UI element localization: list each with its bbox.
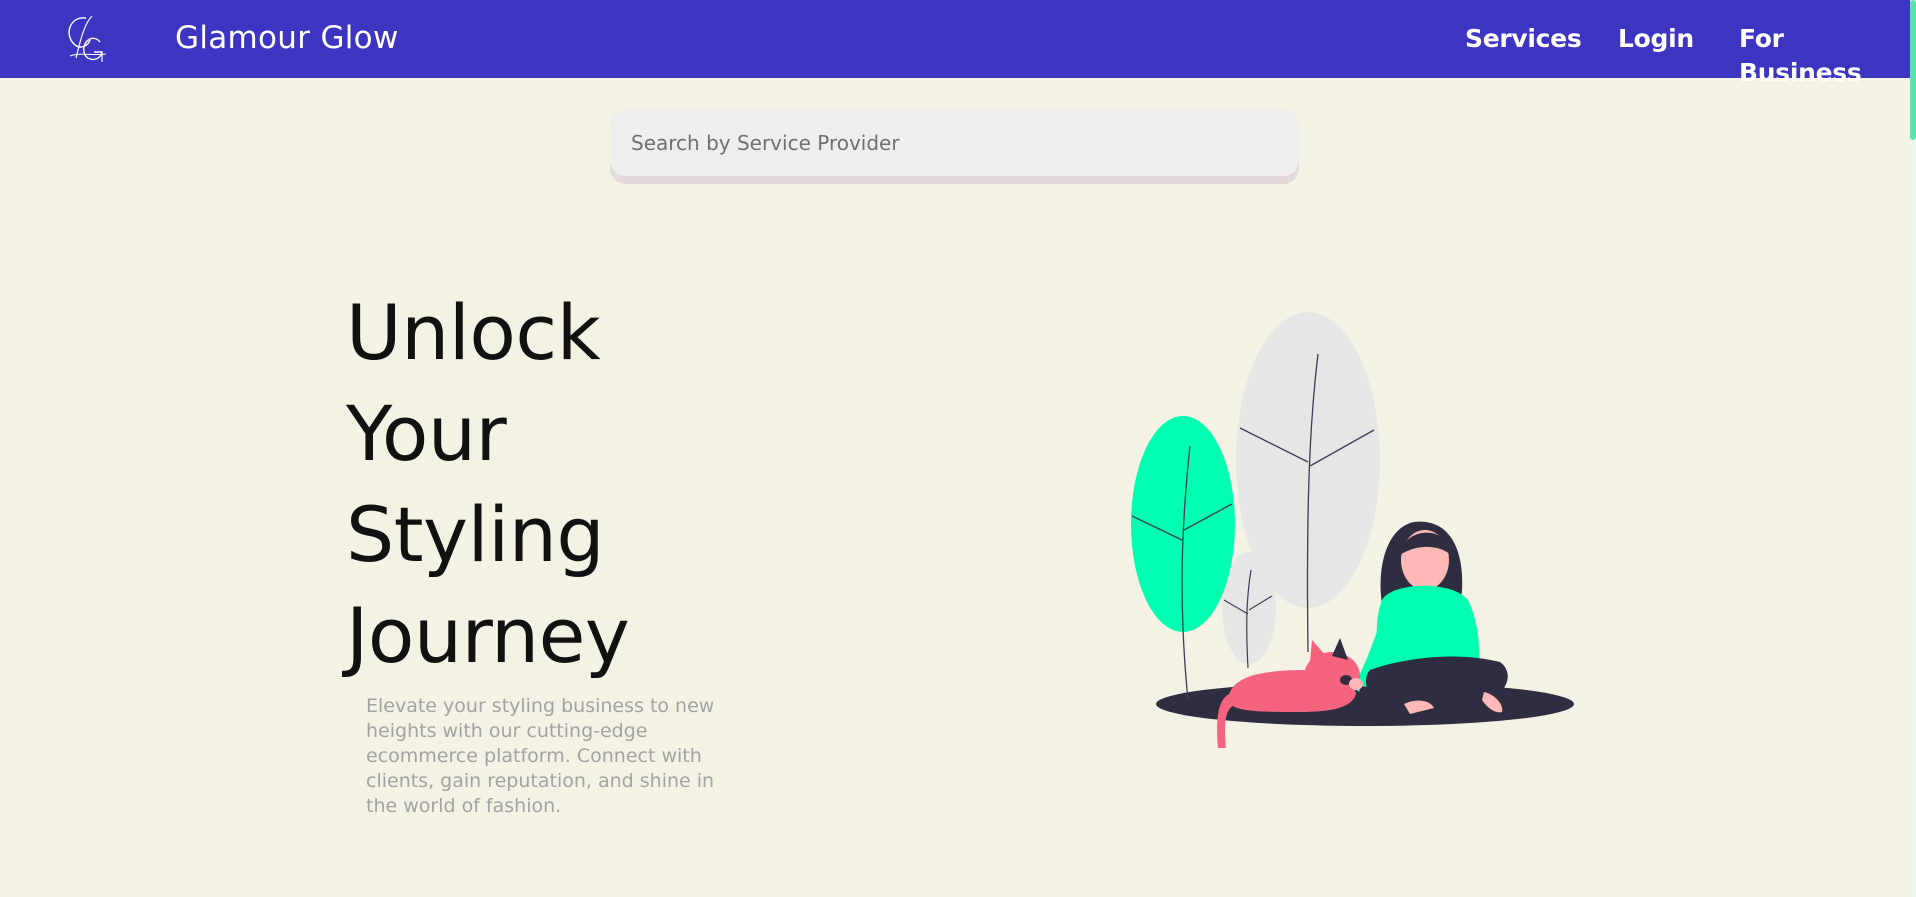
headline-line-4: Journey (346, 591, 630, 680)
search-bar (610, 110, 1299, 184)
woman-with-cat-illustration (1120, 300, 1600, 760)
nav-login-link[interactable]: Login (1618, 22, 1694, 56)
top-navbar: Glamour Glow Services Login For Business (0, 0, 1910, 87)
headline-line-1: Unlock (346, 288, 601, 377)
headline-line-2: Your (346, 389, 507, 478)
search-input[interactable] (610, 110, 1299, 176)
scrollbar-thumb[interactable] (1910, 0, 1916, 140)
hero-headline: Unlock Your Styling Journey (346, 282, 630, 686)
monogram-logo-icon[interactable] (62, 12, 112, 64)
nav-for-business-link[interactable]: For Business (1739, 22, 1910, 90)
hero-tagline: Elevate your styling business to new hei… (366, 695, 715, 817)
nav-services-link[interactable]: Services (1465, 22, 1582, 56)
headline-line-3: Styling (346, 490, 605, 579)
brand-name[interactable]: Glamour Glow (175, 18, 399, 58)
